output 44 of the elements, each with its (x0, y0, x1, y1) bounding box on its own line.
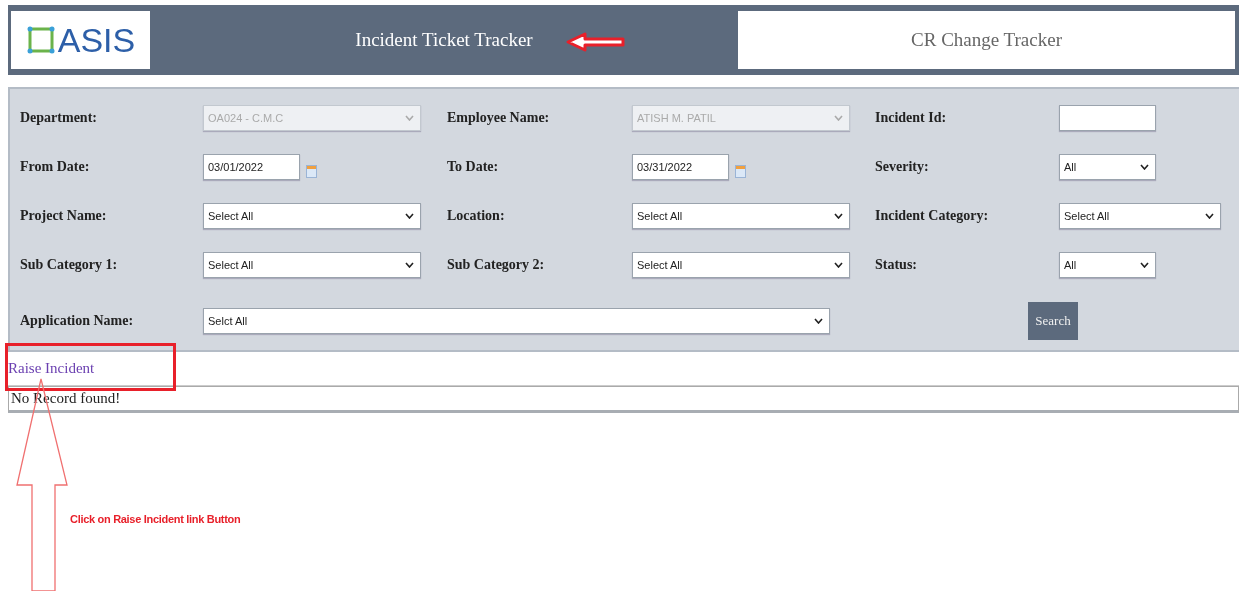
chevron-down-icon (405, 115, 414, 121)
dropdown[interactable]: Select All (203, 252, 421, 278)
chevron-down-icon (814, 318, 823, 324)
field-label: Incident Category: (875, 208, 990, 224)
chevron-down-icon (1140, 262, 1149, 268)
field-label: Employee Name: (447, 110, 551, 126)
nav-tab[interactable]: CR Change Tracker (738, 11, 1235, 69)
chevron-down-icon (834, 262, 843, 268)
annotation-text: Click on Raise Incident link Button (70, 513, 241, 525)
calendar-icon[interactable] (306, 164, 317, 178)
date-field[interactable]: 03/01/2022 (203, 154, 300, 180)
chevron-down-icon (834, 115, 843, 121)
dropdown[interactable]: Select All (1059, 203, 1221, 229)
dropdown[interactable]: Select All (203, 203, 421, 229)
dropdown[interactable]: Selct All (203, 308, 830, 334)
logo-text: ASIS (57, 23, 136, 57)
field-label: Location: (447, 208, 506, 224)
field-label: Application Name: (20, 313, 135, 329)
field-label: Sub Category 1: (20, 257, 119, 273)
chevron-down-icon (405, 262, 414, 268)
raise-incident-link[interactable]: Raise Incident (8, 360, 95, 377)
field-label: Department: (20, 110, 98, 126)
field-label: Severity: (875, 159, 930, 175)
dropdown[interactable]: Select All (632, 252, 850, 278)
left-arrow-icon (565, 32, 627, 53)
field-label: To Date: (447, 159, 500, 175)
chevron-down-icon (1140, 164, 1149, 170)
nav-tab[interactable]: Incident Ticket Tracker (150, 11, 738, 69)
chevron-down-icon (1205, 213, 1214, 219)
field-label: Project Name: (20, 208, 108, 224)
dropdown[interactable]: All (1059, 154, 1156, 180)
field-label: Sub Category 2: (447, 257, 546, 273)
logo-mark-icon (25, 25, 56, 55)
dropdown[interactable]: All (1059, 252, 1156, 278)
field-label: From Date: (20, 159, 91, 175)
dropdown[interactable]: Select All (632, 203, 850, 229)
chevron-down-icon (405, 213, 414, 219)
chevron-down-icon (834, 213, 843, 219)
search-button[interactable]: Search (1028, 302, 1078, 340)
field-label: Status: (875, 257, 918, 273)
field-label: Incident Id: (875, 110, 948, 126)
date-field[interactable]: 03/31/2022 (632, 154, 729, 180)
calendar-icon[interactable] (735, 164, 746, 178)
input-field[interactable] (1059, 105, 1156, 131)
